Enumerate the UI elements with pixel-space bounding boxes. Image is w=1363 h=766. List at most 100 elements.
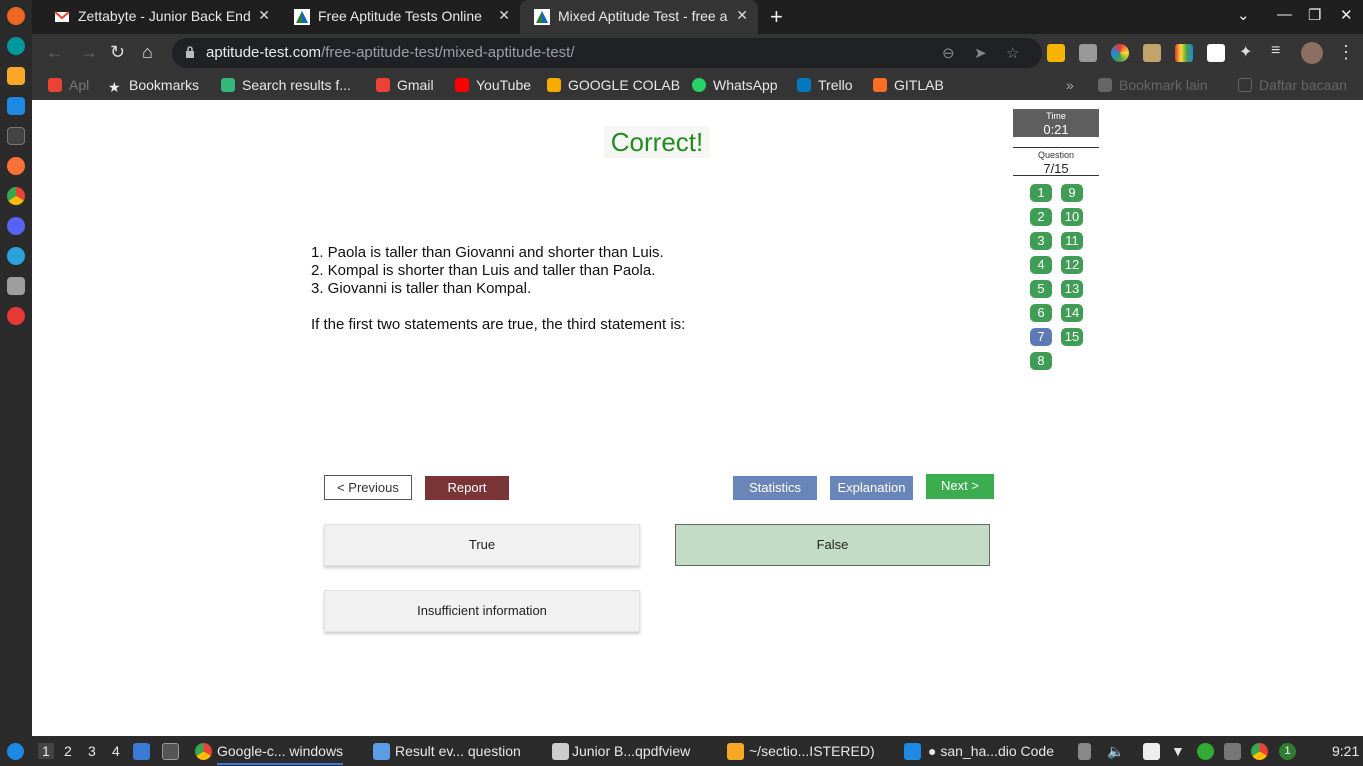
notification-badge[interactable]: 1	[1279, 743, 1296, 760]
file-manager-icon[interactable]	[7, 277, 25, 295]
bookmark-search-results[interactable]: Search results f...	[221, 77, 351, 93]
report-button[interactable]: Report	[425, 476, 509, 500]
notes-icon[interactable]	[1143, 743, 1160, 760]
tab-search-icon[interactable]: ⌄	[1237, 6, 1250, 24]
workspace-4[interactable]: 4	[112, 743, 120, 759]
next-button[interactable]: Next >	[926, 474, 994, 499]
statistics-button[interactable]: Statistics	[733, 476, 817, 500]
wifi-icon[interactable]: ▼	[1171, 743, 1185, 759]
close-icon[interactable]: ✕	[736, 7, 748, 24]
question-number-3[interactable]: 3	[1030, 232, 1052, 250]
extensions-puzzle-icon[interactable]: ✦	[1239, 42, 1252, 62]
reading-list[interactable]: Daftar bacaan	[1238, 77, 1347, 93]
answer-true[interactable]: True	[324, 524, 640, 566]
bookmark-label: YouTube	[476, 77, 532, 93]
chrome-tray-icon[interactable]	[1251, 743, 1268, 760]
power-icon[interactable]	[7, 307, 25, 325]
bookmark-gmail[interactable]: Gmail	[376, 77, 434, 93]
question-number-7[interactable]: 7	[1030, 328, 1052, 346]
folder-icon	[1098, 78, 1112, 92]
question-number-14[interactable]: 14	[1061, 304, 1083, 322]
extension-icon[interactable]	[1047, 44, 1065, 62]
color-picker-icon[interactable]	[1111, 44, 1129, 62]
question-number-10[interactable]: 10	[1061, 208, 1083, 226]
workspace-3[interactable]: 3	[88, 743, 96, 759]
terminal-icon[interactable]	[162, 743, 179, 760]
question-number-5[interactable]: 5	[1030, 280, 1052, 298]
vscode-icon[interactable]	[7, 97, 25, 115]
other-bookmarks[interactable]: Bookmark lain	[1098, 77, 1208, 93]
cb-extension-icon[interactable]	[1207, 44, 1225, 62]
apps-grid-icon	[48, 78, 62, 92]
bookmark-label: Gmail	[397, 77, 434, 93]
arduino-icon[interactable]	[7, 37, 25, 55]
new-tab-button[interactable]: +	[770, 4, 783, 30]
workspace-2[interactable]: 2	[64, 743, 72, 759]
pencil-app-icon[interactable]	[7, 7, 25, 25]
bookmark-youtube[interactable]: YouTube	[455, 77, 531, 93]
network-icon[interactable]	[1197, 743, 1214, 760]
question-number-12[interactable]: 12	[1061, 256, 1083, 274]
maximize-button[interactable]: ❐	[1308, 6, 1321, 24]
question-number-4[interactable]: 4	[1030, 256, 1052, 274]
palette-icon[interactable]	[1175, 44, 1193, 62]
bookmark-bookmarks[interactable]: ★ Bookmarks	[108, 77, 199, 95]
bookmark-gitlab[interactable]: GITLAB	[873, 77, 944, 93]
media-queue-icon[interactable]: ≡	[1271, 42, 1280, 60]
firefox-icon[interactable]	[7, 157, 25, 175]
bookmark-trello[interactable]: Trello	[797, 77, 853, 93]
sublime-text-icon[interactable]	[7, 67, 25, 85]
star-icon[interactable]: ☆	[1006, 44, 1019, 62]
reload-icon[interactable]: ↻	[110, 42, 125, 63]
question-number-15[interactable]: 15	[1061, 328, 1083, 346]
task-sublime[interactable]: ~/sectio...ISTERED)	[749, 743, 875, 759]
bookmark-whatsapp[interactable]: WhatsApp	[692, 77, 778, 93]
question-number-6[interactable]: 6	[1030, 304, 1052, 322]
close-icon[interactable]: ✕	[258, 7, 270, 24]
send-icon[interactable]: ➤	[974, 44, 987, 62]
volume-icon[interactable]: 🔈	[1107, 743, 1124, 760]
address-bar[interactable]: aptitude-test.com/free-aptitude-test/mix…	[172, 38, 1042, 68]
question-number-11[interactable]: 11	[1061, 232, 1083, 250]
question-number-2[interactable]: 2	[1030, 208, 1052, 226]
task-qpdfview[interactable]: Junior B...qpdfview	[572, 743, 690, 759]
menu-icon[interactable]: ⋮	[1337, 42, 1355, 63]
telegram-icon[interactable]	[7, 247, 25, 265]
camera-icon[interactable]	[1079, 44, 1097, 62]
tab-zettabyte[interactable]: Zettabyte - Junior Back End ✕	[40, 0, 280, 34]
question-number-9[interactable]: 9	[1061, 184, 1083, 202]
image-extension-icon[interactable]	[1143, 44, 1161, 62]
close-window-button[interactable]: ✕	[1340, 6, 1353, 24]
battery-icon[interactable]	[1224, 743, 1241, 760]
clipboard-icon[interactable]	[1078, 743, 1091, 760]
tab-mixed-aptitude[interactable]: Mixed Aptitude Test - free a ✕	[520, 0, 758, 34]
explanation-button[interactable]: Explanation	[830, 476, 913, 500]
tab-free-aptitude[interactable]: Free Aptitude Tests Online ✕	[280, 0, 520, 34]
show-desktop-icon[interactable]	[133, 743, 150, 760]
zoom-icon[interactable]: ⊖	[942, 44, 955, 62]
workspace-1[interactable]: 1	[38, 743, 54, 759]
question-number-1[interactable]: 1	[1030, 184, 1052, 202]
answer-false[interactable]: False	[675, 524, 990, 566]
bookmark-colab[interactable]: GOOGLE COLAB	[547, 77, 680, 93]
forward-icon[interactable]: →	[80, 42, 98, 63]
close-icon[interactable]: ✕	[498, 7, 510, 24]
question-number-13[interactable]: 13	[1061, 280, 1083, 298]
task-result[interactable]: Result ev... question	[395, 743, 521, 759]
previous-button[interactable]: < Previous	[324, 475, 412, 500]
bookmark-apps[interactable]: Apl	[48, 77, 89, 93]
statement-3: 3. Giovanni is taller than Kompal.	[311, 280, 532, 297]
task-vscode[interactable]: ● san_ha...dio Code	[928, 743, 1054, 759]
back-icon[interactable]: ←	[46, 42, 64, 63]
discord-icon[interactable]	[7, 217, 25, 235]
home-icon[interactable]: ⌂	[142, 42, 153, 63]
chrome-icon[interactable]	[7, 187, 25, 205]
task-chrome[interactable]: Google-c... windows	[217, 743, 344, 765]
question-number-8[interactable]: 8	[1030, 352, 1052, 370]
terminal-icon[interactable]	[7, 127, 25, 145]
start-menu-icon[interactable]	[7, 743, 24, 760]
minimize-button[interactable]: —	[1277, 6, 1292, 23]
more-bookmarks-icon[interactable]: »	[1066, 77, 1074, 93]
answer-insufficient[interactable]: Insufficient information	[324, 590, 640, 632]
profile-avatar[interactable]	[1301, 42, 1323, 64]
